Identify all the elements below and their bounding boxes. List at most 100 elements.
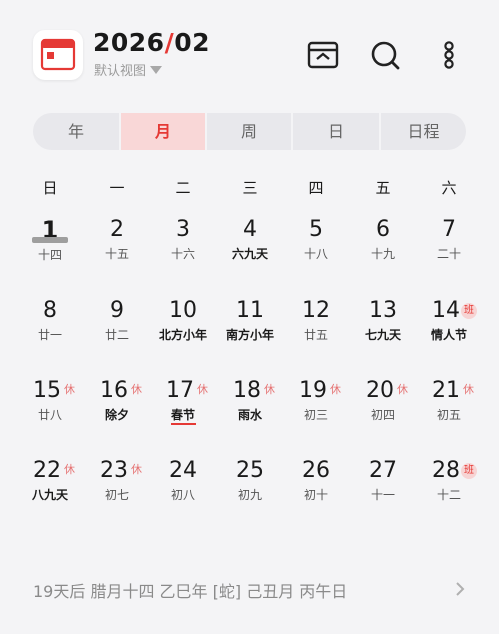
lunar-label: 十九 [370, 247, 395, 261]
day-cell[interactable]: 24 初八 [150, 458, 216, 518]
lunar-label: 初三 [303, 408, 328, 422]
day-cell[interactable]: 8 廿一 [17, 298, 83, 358]
spring-festival-underline [171, 423, 196, 425]
more-icon[interactable] [432, 38, 466, 72]
title-slash: / [164, 28, 175, 57]
day-cell[interactable]: 27 十一 [350, 458, 416, 518]
lunar-label: 十五 [104, 247, 129, 261]
day-number: 27 [369, 458, 397, 483]
inbox-icon[interactable] [306, 38, 340, 72]
day-cell[interactable]: 12 廿五 [283, 298, 349, 358]
lunar-label: 除夕 [104, 408, 129, 422]
day-cell[interactable]: 10 北方小年 [150, 298, 216, 358]
lunar-label: 南方小年 [225, 328, 274, 342]
header: 2026/02 默认视图 [0, 0, 499, 100]
today-indicator [32, 237, 68, 243]
day-number: 3 [176, 217, 190, 242]
lunar-label: 初九 [237, 488, 262, 502]
holiday-badge: 休 [463, 383, 474, 396]
workday-badge: 班 [461, 463, 477, 479]
day-number: 9 [110, 298, 124, 323]
day-number: 6 [376, 217, 390, 242]
day-cell[interactable]: 19 休初三 [283, 378, 349, 438]
dropdown-triangle-icon [150, 66, 163, 74]
day-number: 2 [110, 217, 124, 242]
day-number: 8 [43, 298, 57, 323]
search-icon[interactable] [368, 38, 402, 72]
day-cell[interactable]: 28 班十二 [416, 458, 482, 518]
page-title[interactable]: 2026/02 [93, 28, 210, 57]
day-cell[interactable]: 11 南方小年 [217, 298, 283, 358]
day-cell[interactable]: 4 六九天 [217, 217, 283, 277]
holiday-badge: 休 [397, 383, 408, 396]
day-number: 11 [236, 298, 264, 323]
day-cell[interactable]: 6 十九 [350, 217, 416, 277]
day-cell[interactable]: 14 班情人节 [416, 298, 482, 358]
tab-week[interactable]: 周 [207, 113, 291, 150]
day-cell[interactable]: 15 休廿八 [17, 378, 83, 438]
day-number: 7 [442, 217, 456, 242]
day-cell[interactable]: 3 十六 [150, 217, 216, 277]
day-number: 24 [169, 458, 197, 483]
lunar-label: 初八 [170, 488, 195, 502]
holiday-badge: 休 [64, 383, 75, 396]
lunar-label: 十一 [370, 488, 395, 502]
holiday-badge: 休 [131, 383, 142, 396]
holiday-badge: 休 [330, 383, 341, 396]
lunar-label: 七九天 [364, 328, 401, 342]
weekday-sun: 日 [42, 179, 58, 197]
tab-agenda[interactable]: 日程 [381, 113, 466, 150]
title-year: 2026 [93, 28, 165, 57]
day-cell[interactable]: 17 休春节 [150, 378, 216, 438]
lunar-label: 初五 [436, 408, 461, 422]
day-number: 25 [236, 458, 264, 483]
day-cell[interactable]: 18 休雨水 [217, 378, 283, 438]
lunar-label: 廿八 [37, 408, 62, 422]
day-cell[interactable]: 23 休初七 [84, 458, 150, 518]
day-cell[interactable]: 5 十八 [283, 217, 349, 277]
day-cell[interactable]: 20 休初四 [350, 378, 416, 438]
lunar-label: 情人节 [430, 328, 467, 342]
tab-month[interactable]: 月 [121, 113, 205, 150]
day-number: 12 [302, 298, 330, 323]
day-number: 26 [302, 458, 330, 483]
day-cell[interactable]: 21 休初五 [416, 378, 482, 438]
lunar-label: 十六 [170, 247, 195, 261]
holiday-badge: 休 [264, 383, 275, 396]
weekday-sat: 六 [441, 179, 457, 197]
calendar-app-icon[interactable] [33, 30, 83, 80]
day-cell[interactable]: 7 二十 [416, 217, 482, 277]
title-month: 02 [174, 28, 211, 57]
day-number: 10 [169, 298, 197, 323]
weekday-wed: 三 [242, 179, 258, 197]
lunar-info-footer[interactable]: 19天后 腊月十四 乙巳年 [蛇] 己丑月 丙午日 [33, 578, 473, 602]
day-number: 13 [369, 298, 397, 323]
day-cell[interactable]: 22 休八九天 [17, 458, 83, 518]
lunar-label: 二十 [436, 247, 461, 261]
lunar-label: 廿五 [303, 328, 328, 342]
day-cell[interactable]: 1 十四 [17, 217, 83, 277]
tab-year[interactable]: 年 [33, 113, 119, 150]
lunar-label: 廿二 [104, 328, 129, 342]
lunar-label: 十二 [436, 488, 461, 502]
weekday-tue: 二 [175, 179, 191, 197]
day-cell[interactable]: 16 休除夕 [84, 378, 150, 438]
day-cell[interactable]: 2 十五 [84, 217, 150, 277]
lunar-label: 八九天 [31, 488, 68, 502]
day-cell[interactable]: 9 廿二 [84, 298, 150, 358]
tab-day[interactable]: 日 [293, 113, 379, 150]
day-cell[interactable]: 25 初九 [217, 458, 283, 518]
view-switch-dropdown[interactable]: 默认视图 [94, 60, 163, 79]
day-number: 4 [243, 217, 257, 242]
workday-badge: 班 [461, 303, 477, 319]
lunar-label: 初十 [303, 488, 328, 502]
chevron-right-icon[interactable] [454, 580, 466, 602]
weekday-mon: 一 [109, 179, 125, 197]
lunar-label: 十四 [37, 248, 62, 262]
lunar-label: 初七 [104, 488, 129, 502]
day-cell[interactable]: 13 七九天 [350, 298, 416, 358]
day-cell[interactable]: 26 初十 [283, 458, 349, 518]
lunar-label: 北方小年 [158, 328, 207, 342]
weekday-thu: 四 [308, 179, 324, 197]
lunar-label: 初四 [370, 408, 395, 422]
